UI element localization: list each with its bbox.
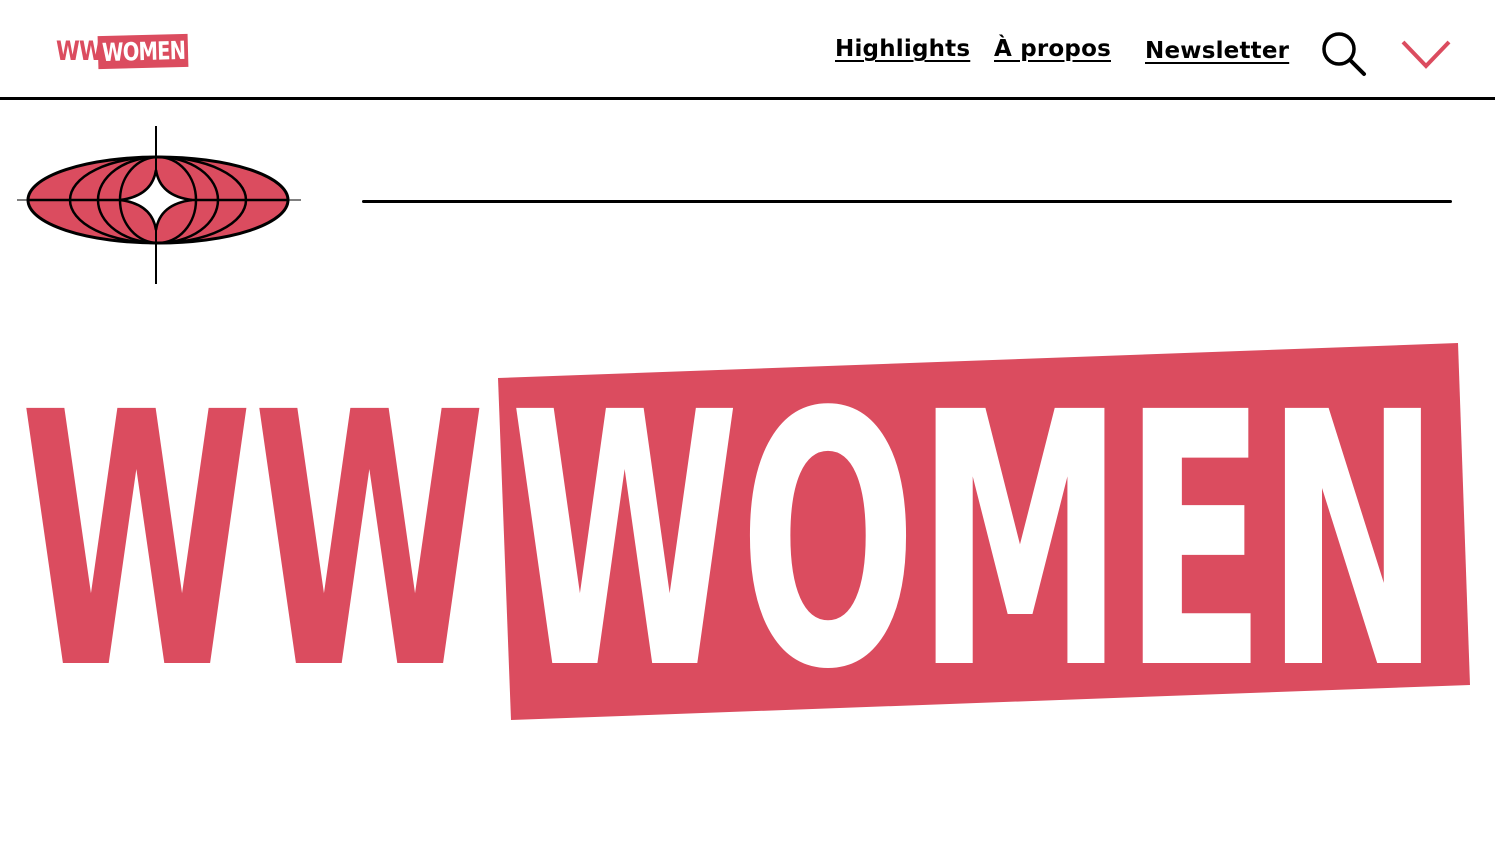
globe-star-icon (17, 126, 301, 284)
wordmark-women-text: WOMEN (510, 338, 1440, 730)
logo-ww-text: WW (56, 36, 103, 67)
nav-link-highlights[interactable]: Highlights (835, 36, 970, 62)
logo-women-text: WOMEN (101, 35, 186, 68)
hero-divider (362, 200, 1452, 203)
nav-link-newsletter[interactable]: Newsletter (1145, 38, 1289, 64)
wordmark-ww-text: WW (20, 338, 486, 730)
search-icon[interactable] (1320, 30, 1368, 78)
page: WW WOMEN Highlights À propos Newsletter … (0, 0, 1495, 841)
hero-wordmark: WW WOMEN (20, 338, 1470, 730)
site-logo[interactable]: WW WOMEN (56, 33, 189, 70)
chevron-down-icon[interactable] (1400, 34, 1452, 74)
site-header: WW WOMEN Highlights À propos Newsletter (0, 0, 1495, 100)
nav-link-a-propos[interactable]: À propos (994, 36, 1111, 62)
logo-women-box: WOMEN (97, 33, 189, 70)
